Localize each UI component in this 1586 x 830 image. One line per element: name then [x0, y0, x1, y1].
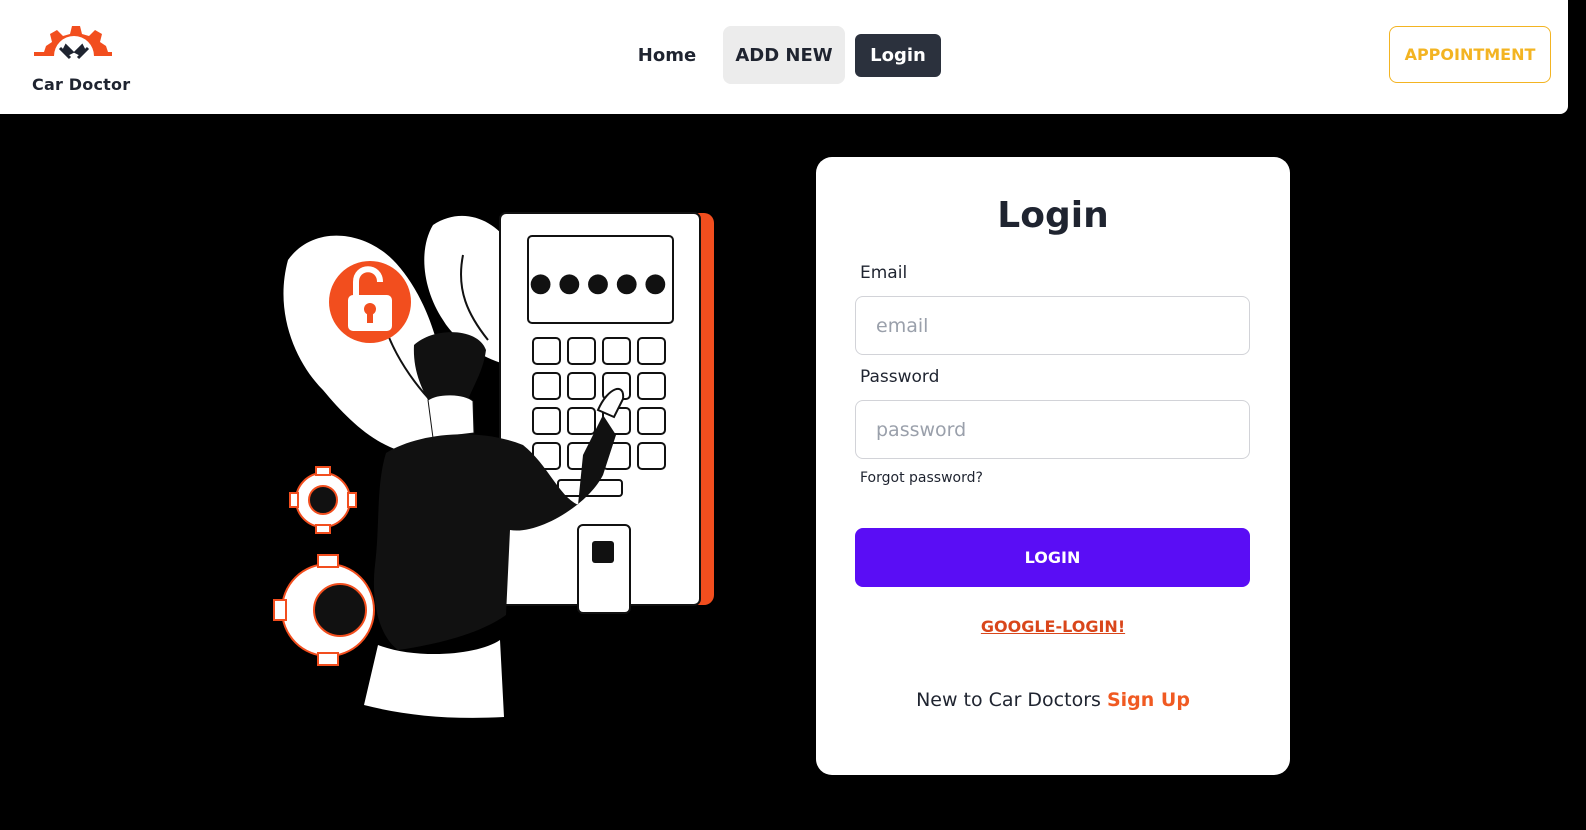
google-login-link[interactable]: GOOGLE-LOGIN! — [816, 617, 1290, 636]
gear-wrench-logo-icon — [34, 26, 112, 60]
signup-link[interactable]: Sign Up — [1107, 689, 1190, 711]
nav-login-link[interactable]: Login — [855, 34, 941, 77]
brand-logo[interactable]: Car Doctor — [30, 24, 130, 96]
nav-add-new-link[interactable]: ADD NEW — [723, 26, 845, 84]
login-card: Login Email Password Forgot password? LO… — [816, 157, 1290, 775]
password-label: Password — [860, 367, 940, 387]
password-input[interactable] — [855, 400, 1250, 459]
brand-name: Car Doctor — [32, 75, 131, 94]
signup-prompt-text: New to Car Doctors — [916, 689, 1101, 711]
login-submit-button[interactable]: LOGIN — [855, 528, 1250, 587]
signup-prompt: New to Car Doctors Sign Up — [816, 689, 1290, 711]
forgot-password-link[interactable]: Forgot password? — [860, 470, 983, 486]
navbar: Car Doctor Home ADD NEW Login APPOINTMEN… — [0, 0, 1568, 114]
unlock-padlock-keypad-illustration: ●●●●● — [273, 212, 714, 718]
appointment-button[interactable]: APPOINTMENT — [1389, 26, 1551, 83]
email-label: Email — [860, 263, 908, 283]
email-input[interactable] — [855, 296, 1250, 355]
login-title: Login — [997, 195, 1109, 236]
nav-home-link[interactable]: Home — [622, 26, 712, 84]
masked-code-display: ●●●●● — [529, 268, 672, 298]
